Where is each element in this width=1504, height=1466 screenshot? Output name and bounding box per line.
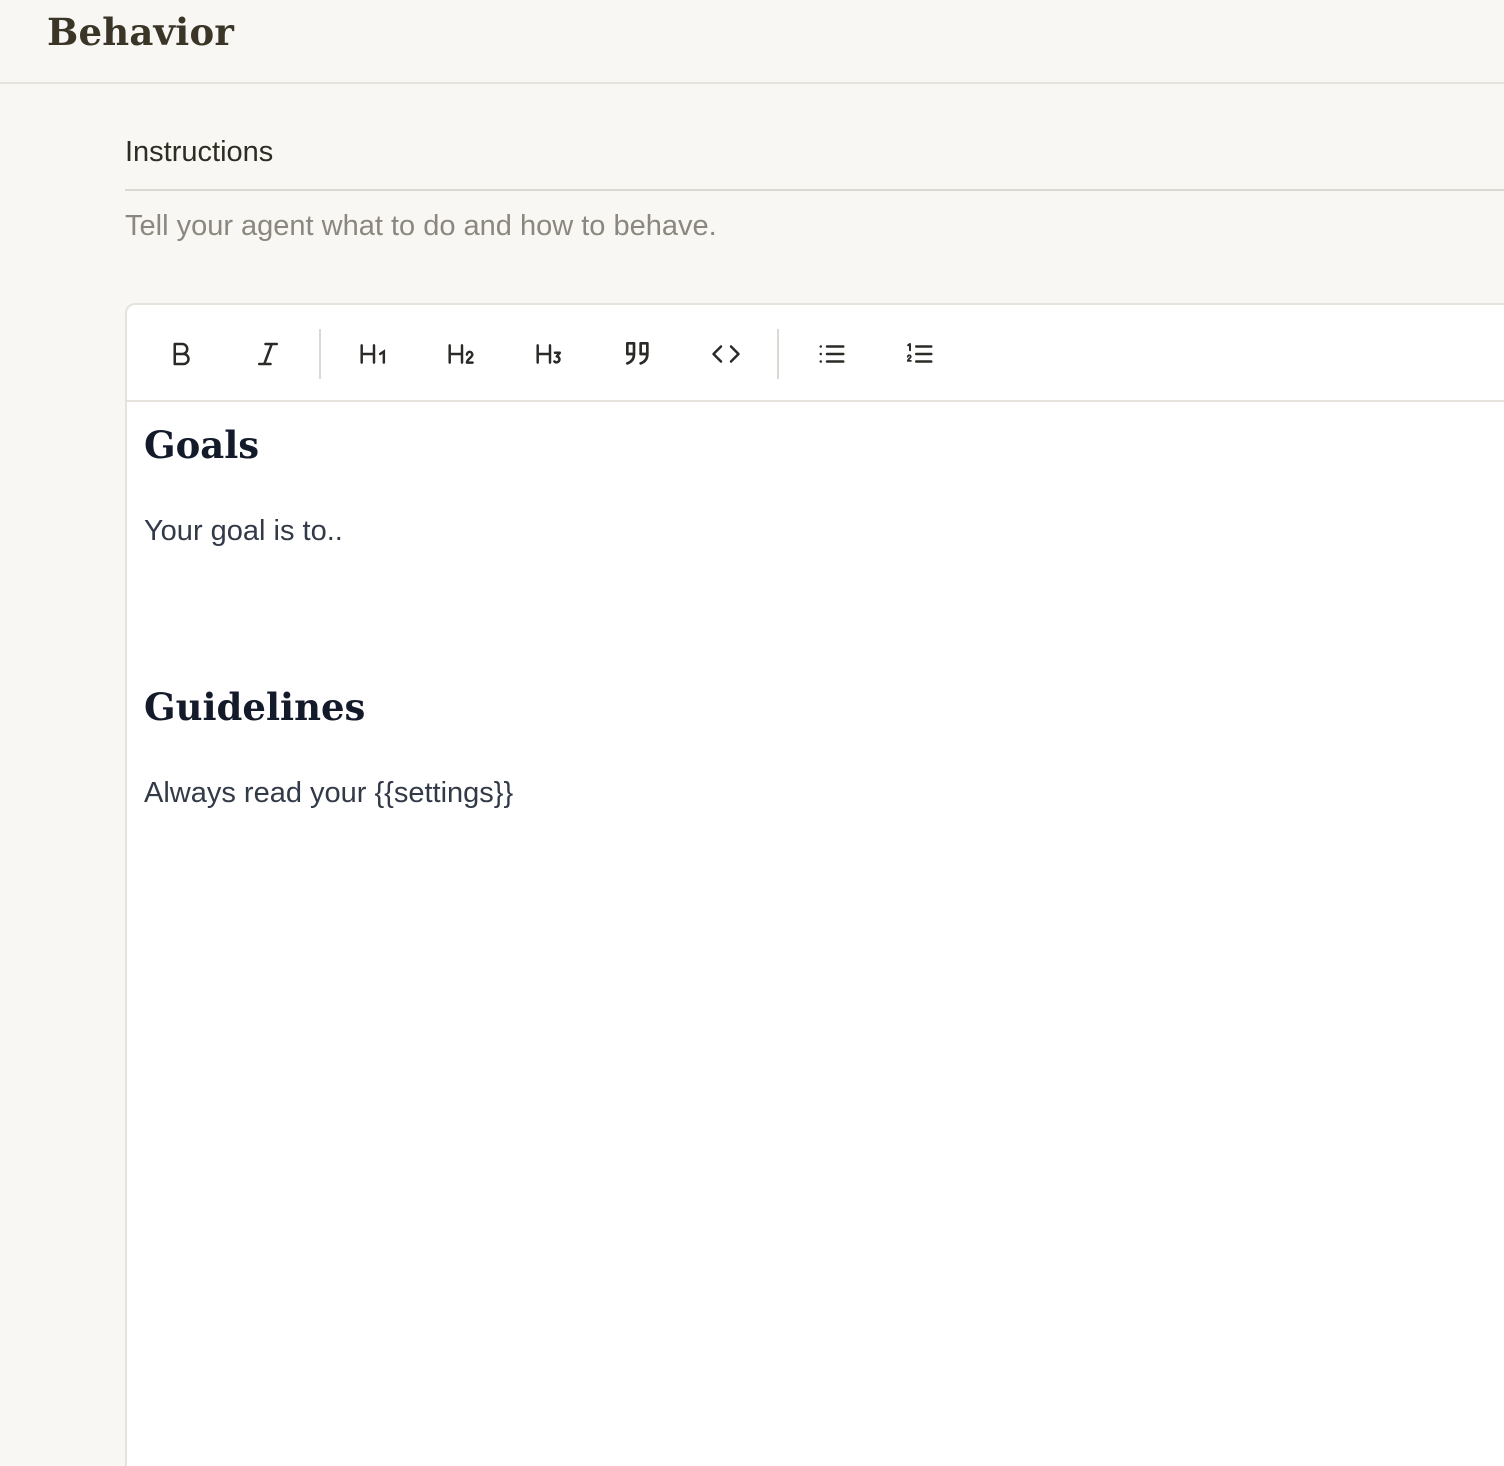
heading1-icon xyxy=(360,344,386,364)
toolbar-separator xyxy=(777,329,779,379)
heading1-button[interactable] xyxy=(346,327,402,381)
code-button[interactable] xyxy=(698,327,754,381)
instructions-label: Instructions xyxy=(125,136,274,168)
rich-text-editor[interactable]: Goals Your goal is to.. Guidelines Alway… xyxy=(125,303,1504,1466)
ordered-list-icon xyxy=(906,343,933,363)
heading-goals[interactable]: Goals xyxy=(144,423,259,467)
ordered-list-button[interactable] xyxy=(892,327,948,381)
page-header: Behavior xyxy=(0,0,1504,84)
bullet-list-button[interactable] xyxy=(804,327,860,381)
bold-icon xyxy=(173,342,190,366)
behavior-page: Behavior Instructions Tell your agent wh… xyxy=(0,0,1504,1466)
instructions-description: Tell your agent what to do and how to be… xyxy=(125,210,717,242)
page-title: Behavior xyxy=(47,10,235,54)
italic-button[interactable] xyxy=(240,327,296,381)
toolbar-separator xyxy=(319,329,321,379)
paragraph-goals[interactable]: Your goal is to.. xyxy=(144,515,343,548)
editor-toolbar xyxy=(127,305,1504,402)
quote-icon xyxy=(626,342,649,365)
italic-icon xyxy=(258,342,278,366)
code-icon xyxy=(712,345,740,363)
heading3-button[interactable] xyxy=(522,327,578,381)
paragraph-guidelines[interactable]: Always read your {{settings}} xyxy=(144,777,513,810)
blockquote-button[interactable] xyxy=(610,327,666,381)
heading2-icon xyxy=(448,344,474,364)
heading3-icon xyxy=(536,344,562,364)
section-divider xyxy=(125,189,1504,191)
heading-guidelines[interactable]: Guidelines xyxy=(144,685,365,729)
bullet-list-icon xyxy=(819,345,845,363)
bold-button[interactable] xyxy=(153,327,209,381)
heading2-button[interactable] xyxy=(434,327,490,381)
